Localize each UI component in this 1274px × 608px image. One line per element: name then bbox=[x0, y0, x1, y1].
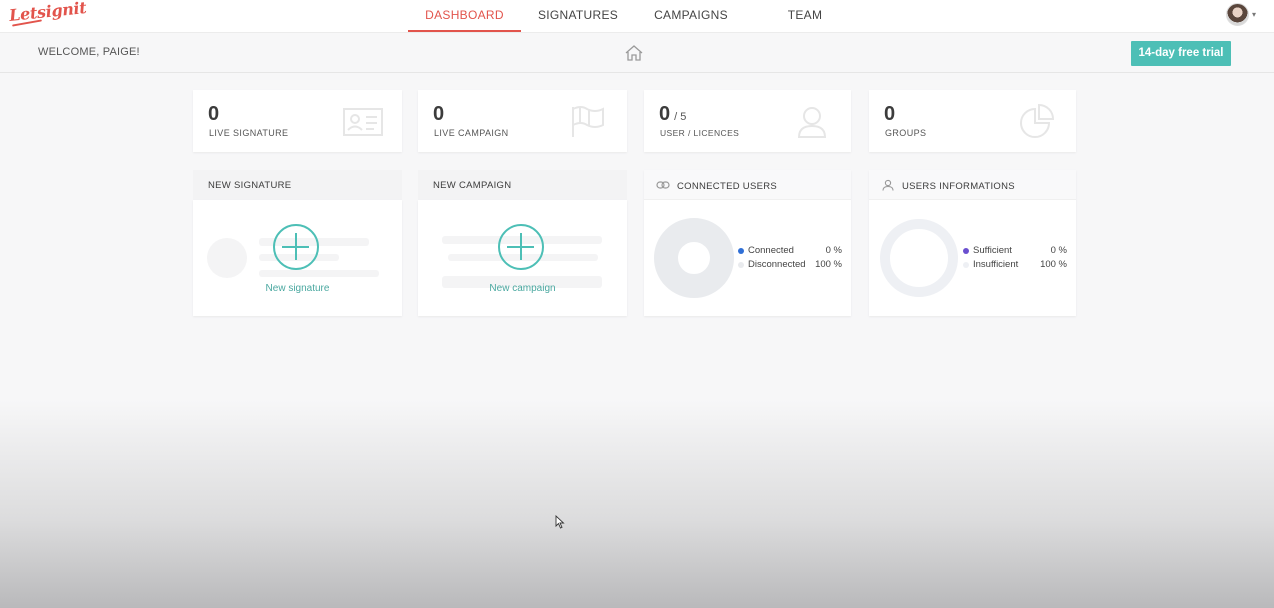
legend-label: Sufficient bbox=[973, 245, 1012, 256]
stat-number: 0 bbox=[884, 103, 896, 125]
connected-users-title: CONNECTED USERS bbox=[677, 181, 778, 192]
stat-label: LIVE SIGNATURE bbox=[209, 128, 289, 138]
home-icon[interactable] bbox=[624, 44, 644, 62]
link-icon bbox=[656, 181, 670, 189]
legend-dot-connected bbox=[738, 248, 744, 254]
connected-users-card: CONNECTED USERS Connected 0 % Disconnect… bbox=[644, 170, 851, 316]
stat-value: 0 bbox=[433, 103, 444, 126]
legend-value: 0 % bbox=[825, 245, 842, 256]
nav-tab-team[interactable]: TEAM bbox=[778, 0, 832, 32]
legend-dot-disconnected bbox=[738, 262, 744, 268]
legend-dot-sufficient bbox=[963, 248, 969, 254]
legend-row-insufficient: Insufficient 100 % bbox=[963, 259, 1067, 273]
plus-circle-icon[interactable] bbox=[498, 224, 544, 270]
chevron-down-icon[interactable]: ▾ bbox=[1252, 10, 1256, 19]
stat-number: 0 bbox=[433, 103, 445, 125]
sub-header: WELCOME, PAIGE! 14-day free trial bbox=[0, 33, 1274, 73]
new-campaign-link[interactable]: New campaign bbox=[418, 283, 627, 294]
users-informations-title: USERS INFORMATIONS bbox=[902, 181, 1015, 192]
stat-value: 0 bbox=[208, 103, 219, 126]
free-trial-button[interactable]: 14-day free trial bbox=[1131, 41, 1231, 66]
legend-value: 100 % bbox=[815, 259, 842, 270]
nav-tab-campaigns[interactable]: CAMPAIGNS bbox=[644, 0, 738, 32]
user-outline-icon bbox=[882, 179, 894, 191]
legend-label: Connected bbox=[748, 245, 794, 256]
stat-sub-value: / 5 bbox=[674, 111, 687, 123]
welcome-message: WELCOME, PAIGE! bbox=[38, 46, 140, 58]
new-campaign-card[interactable]: New campaign bbox=[418, 200, 627, 316]
legend-value: 100 % bbox=[1040, 259, 1067, 270]
stat-label: GROUPS bbox=[885, 128, 927, 138]
users-informations-donut bbox=[880, 219, 958, 297]
pie-chart-icon bbox=[1020, 103, 1055, 138]
stat-value: 0/ 5 bbox=[659, 103, 686, 126]
new-signature-title: NEW SIGNATURE bbox=[208, 180, 292, 191]
donut-segment-insufficient bbox=[880, 219, 958, 297]
stat-card-live-campaign: 0 LIVE CAMPAIGN bbox=[418, 90, 627, 152]
user-avatar-icon[interactable] bbox=[1226, 3, 1249, 26]
new-signature-card[interactable]: New signature bbox=[193, 200, 402, 316]
users-informations-header: USERS INFORMATIONS bbox=[869, 170, 1076, 200]
users-informations-legend: Sufficient 0 % Insufficient 100 % bbox=[963, 245, 1067, 273]
connected-users-legend: Connected 0 % Disconnected 100 % bbox=[738, 245, 842, 273]
legend-label: Disconnected bbox=[748, 259, 806, 270]
stat-number: 0 bbox=[208, 103, 220, 125]
new-campaign-title: NEW CAMPAIGN bbox=[433, 180, 512, 191]
donut-segment-disconnected bbox=[654, 218, 734, 298]
legend-value: 0 % bbox=[1050, 245, 1067, 256]
connected-users-header: CONNECTED USERS bbox=[644, 170, 851, 200]
top-navigation-bar: Letsignit DASHBOARD SIGNATURES CAMPAIGNS… bbox=[0, 0, 1274, 33]
users-informations-card: USERS INFORMATIONS Sufficient 0 % Insuff… bbox=[869, 170, 1076, 316]
legend-dot-insufficient bbox=[963, 262, 969, 268]
mouse-cursor-icon bbox=[555, 515, 565, 529]
new-signature-link[interactable]: New signature bbox=[193, 283, 402, 294]
legend-row-disconnected: Disconnected 100 % bbox=[738, 259, 842, 273]
placeholder-avatar bbox=[207, 238, 247, 278]
new-signature-header: NEW SIGNATURE bbox=[193, 170, 402, 200]
stat-card-user-licences: 0/ 5 USER / LICENCES bbox=[644, 90, 851, 152]
stat-label: USER / LICENCES bbox=[660, 128, 740, 138]
stat-card-groups: 0 GROUPS bbox=[869, 90, 1076, 152]
plus-circle-icon[interactable] bbox=[273, 224, 319, 270]
stat-value: 0 bbox=[884, 103, 895, 126]
id-card-icon bbox=[343, 108, 383, 136]
stat-number: 0 bbox=[659, 103, 671, 125]
placeholder-line bbox=[259, 270, 379, 277]
legend-row-connected: Connected 0 % bbox=[738, 245, 842, 259]
user-icon bbox=[797, 107, 827, 138]
letsignit-logo[interactable]: Letsignit bbox=[8, 0, 87, 25]
flag-icon bbox=[572, 106, 604, 137]
stat-label: LIVE CAMPAIGN bbox=[434, 128, 509, 138]
stat-card-live-signature: 0 LIVE SIGNATURE bbox=[193, 90, 402, 152]
legend-label: Insufficient bbox=[973, 259, 1019, 270]
connected-users-donut bbox=[654, 218, 734, 298]
new-campaign-header: NEW CAMPAIGN bbox=[418, 170, 627, 200]
nav-tab-dashboard[interactable]: DASHBOARD bbox=[408, 0, 521, 32]
nav-tab-signatures[interactable]: SIGNATURES bbox=[528, 0, 628, 32]
legend-row-sufficient: Sufficient 0 % bbox=[963, 245, 1067, 259]
